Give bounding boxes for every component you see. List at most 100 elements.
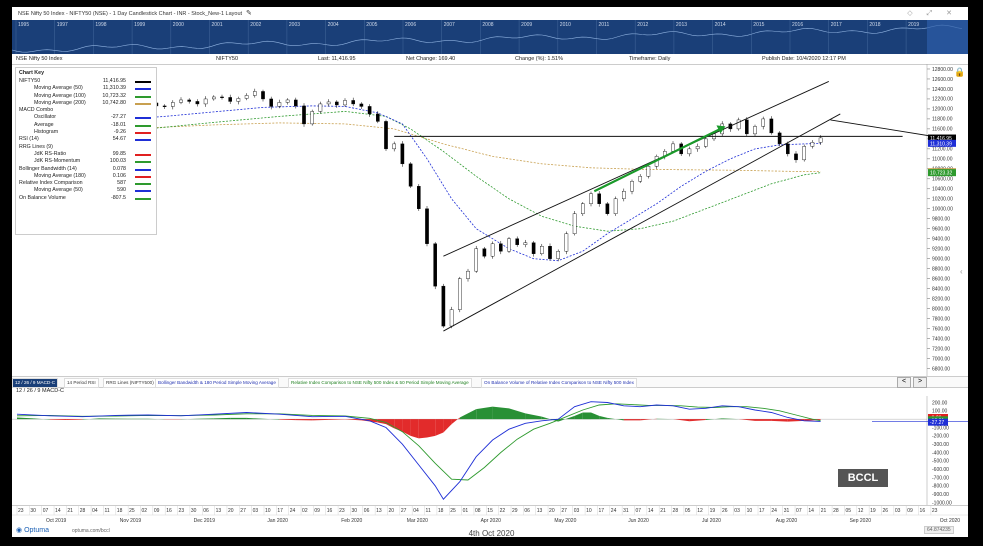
month-label: Apr 2020 — [481, 518, 502, 524]
candle — [482, 246, 487, 259]
date-tick-label: 31 — [623, 508, 629, 514]
date-tick-label: 16 — [166, 508, 172, 514]
candle-body — [613, 198, 618, 214]
macd-histogram-area — [328, 419, 345, 420]
macd-chart[interactable]: 200.00100.000.00-100.00-200.00-300.00-40… — [12, 386, 968, 506]
green-trend-arrow — [593, 128, 720, 193]
candle-body — [195, 101, 200, 105]
date-tick-label: 12 — [697, 508, 703, 514]
history-timeline-navigator[interactable]: 1995 1997 1998 1999 2000 2001 2002 2003 2004 2005… — [11, 20, 968, 54]
macd-tick-label: -100.00 — [932, 425, 949, 431]
date-tick-label: 24 — [290, 508, 296, 514]
candle-body — [294, 99, 298, 107]
chart-key-label: MACD Combo — [19, 107, 54, 114]
date-tick-label: 06 — [203, 508, 209, 514]
date-tick-label: 31 — [784, 508, 790, 514]
candle-body — [228, 97, 233, 102]
candle-body — [326, 101, 331, 105]
chart-window: NSE Nifty 50 Index - NIFTY50 (NSE) - 1 D… — [11, 7, 968, 537]
timeline-history-line — [11, 24, 963, 53]
candle-body — [359, 103, 364, 107]
date-tick-label: 07 — [636, 508, 642, 514]
chart-key-swatch — [135, 102, 151, 105]
month-label: Oct 2019 — [46, 518, 67, 524]
timeline-year-label: 2014 — [715, 22, 726, 28]
candle — [572, 211, 577, 236]
macd-histogram-area — [49, 419, 67, 420]
candle-body — [548, 246, 552, 259]
chart-key-value: 54.67 — [112, 136, 126, 143]
candle — [392, 141, 397, 152]
timeline-year-label: 1999 — [134, 22, 145, 28]
candle-body — [449, 309, 454, 327]
chart-key-value: 100.03 — [109, 158, 126, 165]
timeline-year-label: 1998 — [95, 22, 106, 28]
candle — [220, 94, 224, 100]
date-tick-label: 19 — [710, 508, 716, 514]
chart-key-label: Oscillator — [34, 114, 57, 121]
candle — [179, 97, 183, 105]
date-tick-label: 28 — [833, 508, 839, 514]
date-tick-label: 03 — [253, 508, 259, 514]
candle — [261, 89, 265, 102]
date-tick-label: 02 — [302, 508, 308, 514]
macd-oscillator-line — [16, 401, 821, 500]
candle — [400, 141, 405, 167]
candle — [318, 101, 323, 114]
price-tick-label: 12400.00 — [932, 87, 953, 93]
candle — [589, 191, 593, 207]
date-tick-label: 23 — [932, 508, 938, 514]
candle — [302, 103, 306, 127]
macd-histogram-area — [435, 419, 444, 436]
candle-body — [277, 102, 282, 107]
timeline-year-label: 2019 — [908, 22, 919, 28]
window-controls[interactable]: ◇ ⤢ ✕ — [907, 7, 958, 20]
price-tick-label: 9200.00 — [932, 247, 950, 253]
candle-body — [441, 285, 446, 327]
candle-body — [761, 118, 765, 127]
timeline-year-label: 2005 — [366, 22, 377, 28]
date-tick-label: 01 — [463, 508, 469, 514]
price-tick-label: 8600.00 — [932, 276, 950, 282]
candle-body — [810, 142, 815, 147]
candle — [187, 98, 192, 104]
candle-body — [622, 191, 626, 199]
price-tick-label: 12600.00 — [932, 77, 953, 83]
chart-key-value: 11,310.39 — [102, 85, 126, 92]
candle-body — [351, 100, 356, 105]
candle-body — [392, 143, 397, 150]
macd-histogram-area — [17, 417, 34, 420]
candle — [326, 99, 331, 107]
candle — [203, 96, 208, 107]
candle-body — [244, 95, 249, 99]
candle — [638, 174, 642, 184]
candle — [531, 240, 536, 257]
date-tick-label: 17 — [277, 508, 283, 514]
candle — [630, 179, 634, 195]
date-tick-label: 14 — [808, 508, 814, 514]
date-tick-label: 11 — [104, 508, 109, 514]
candle-body — [572, 213, 577, 234]
macd-histogram-area — [582, 412, 591, 420]
timeline-year-label: 2016 — [792, 22, 803, 28]
panel-collapse-icon[interactable]: ‹ — [960, 267, 963, 276]
macd-histogram-area — [451, 417, 460, 425]
support-trendline — [443, 113, 841, 332]
candle — [540, 243, 544, 256]
candle — [515, 236, 520, 247]
edit-pencil-icon[interactable]: ✎ — [246, 10, 252, 17]
macd-histogram-area — [115, 418, 132, 420]
candle — [802, 144, 806, 162]
price-tick-label: 11200.00 — [932, 147, 953, 153]
percent-change: Change (%): 1.51% — [515, 56, 563, 62]
month-label: Mar 2020 — [407, 518, 428, 524]
macd-badge-text: -27.27 — [930, 420, 944, 426]
chart-key-swatch — [135, 197, 151, 200]
chart-key-label: RRG Lines (9) — [19, 143, 53, 150]
candle — [704, 137, 708, 149]
timeline-year-label: 2004 — [328, 22, 339, 28]
candle-body — [433, 243, 438, 287]
candle-body — [818, 137, 823, 143]
candle — [777, 131, 782, 147]
candle-body — [261, 91, 265, 100]
